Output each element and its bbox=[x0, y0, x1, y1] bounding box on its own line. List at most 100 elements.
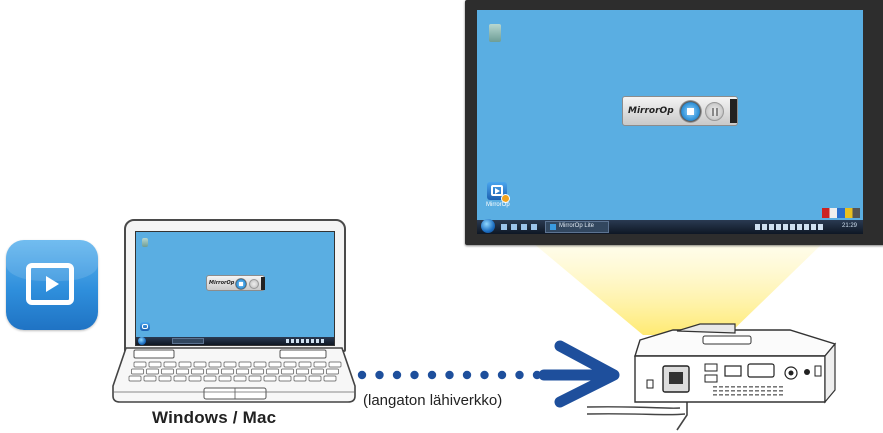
laptop-desktop: MirrorOp bbox=[135, 231, 335, 346]
vent-slot bbox=[725, 386, 729, 388]
keyboard-key bbox=[188, 375, 202, 382]
mirrorop-app-icon bbox=[6, 240, 98, 330]
keyboard-key bbox=[221, 368, 234, 375]
keyboard-key bbox=[236, 368, 249, 375]
keyboard-key bbox=[251, 368, 264, 375]
vent-slot bbox=[731, 386, 735, 388]
keyboard-key bbox=[263, 375, 277, 382]
keyboard-key bbox=[308, 375, 322, 382]
keyboard-key bbox=[203, 375, 217, 382]
taskbar-button bbox=[172, 338, 204, 344]
recycle-bin-icon bbox=[142, 238, 148, 247]
keyboard-key bbox=[298, 361, 312, 368]
wireless-dot bbox=[462, 370, 472, 380]
widget-logo: MirrorOp bbox=[209, 280, 235, 286]
keyboard-key bbox=[131, 368, 144, 375]
vent-slot bbox=[737, 386, 741, 388]
vent-slot bbox=[773, 386, 777, 388]
keyboard-key bbox=[328, 361, 342, 368]
keyboard-key bbox=[161, 368, 174, 375]
pause-button bbox=[249, 279, 259, 289]
vent-slot bbox=[749, 386, 753, 388]
keyboard-key bbox=[193, 361, 207, 368]
keyboard-key bbox=[163, 361, 177, 368]
widget-side-controls bbox=[261, 277, 265, 290]
keyboard-key bbox=[296, 368, 309, 375]
taskbar: MirrorOp Lite 21:29 bbox=[477, 219, 863, 234]
vent-slot bbox=[743, 386, 747, 388]
vent-slot bbox=[761, 386, 765, 388]
keyboard-key bbox=[266, 368, 279, 375]
vent-slot bbox=[755, 394, 759, 396]
vent-slot bbox=[719, 394, 723, 396]
device-label: Windows / Mac bbox=[152, 408, 277, 427]
vent-slot bbox=[719, 390, 723, 392]
keyboard-key bbox=[253, 361, 267, 368]
quick-launch-icons bbox=[501, 224, 541, 230]
vent-slot bbox=[713, 394, 717, 396]
wireless-dot bbox=[480, 370, 489, 380]
wireless-dot bbox=[427, 370, 437, 380]
projected-desktop: MirrorOp MirrorOp MirrorOp Lite 21:29 bbox=[477, 10, 863, 234]
keyboard-key bbox=[223, 361, 237, 368]
vent-slot bbox=[767, 390, 771, 392]
vent-slot bbox=[737, 394, 741, 396]
vent-slot bbox=[725, 394, 729, 396]
keyboard-key bbox=[281, 368, 294, 375]
recycle-bin-icon bbox=[489, 24, 501, 42]
taskbar bbox=[136, 337, 334, 345]
vent-slot bbox=[761, 390, 765, 392]
vent-slot bbox=[755, 386, 759, 388]
vent-slot bbox=[767, 394, 771, 396]
laptop-screen: MirrorOp bbox=[124, 219, 346, 352]
wireless-dot bbox=[392, 370, 402, 380]
keyboard-key bbox=[176, 368, 189, 375]
mirrorop-control-widget: MirrorOp bbox=[206, 275, 265, 291]
keyboard-key bbox=[278, 375, 292, 382]
vent-slot bbox=[749, 390, 753, 392]
wireless-dot bbox=[410, 370, 419, 380]
keyboard-key bbox=[148, 361, 162, 368]
vent-slot bbox=[761, 394, 765, 396]
keyboard-key bbox=[313, 361, 327, 368]
keyboard-key bbox=[323, 375, 337, 382]
taskbar-clock: 21:29 bbox=[841, 223, 857, 229]
mirrorop-desktop-icon bbox=[487, 182, 510, 203]
wireless-dot bbox=[515, 370, 524, 380]
mirrorop-control-widget: MirrorOp bbox=[622, 96, 738, 126]
pause-button bbox=[705, 102, 724, 121]
widget-logo: MirrorOp bbox=[628, 106, 674, 116]
keyboard-key bbox=[293, 375, 307, 382]
keyboard-key bbox=[208, 361, 222, 368]
vent-slot bbox=[713, 386, 717, 388]
keyboard-key bbox=[206, 368, 219, 375]
wireless-dot bbox=[497, 370, 507, 380]
vent-slot bbox=[725, 390, 729, 392]
keyboard-key bbox=[173, 375, 187, 382]
projected-screen: MirrorOp MirrorOp MirrorOp Lite 21:29 bbox=[465, 0, 883, 245]
taskbar-button-label: MirrorOp Lite bbox=[559, 223, 595, 229]
taskbar-button: MirrorOp Lite bbox=[545, 221, 609, 233]
vent-slot bbox=[773, 390, 777, 392]
vent-slot bbox=[737, 390, 741, 392]
vent-slot bbox=[713, 390, 717, 392]
play-glyph bbox=[46, 276, 59, 292]
vent-slot bbox=[779, 390, 783, 392]
wireless-dot bbox=[357, 370, 367, 380]
keyboard-key bbox=[128, 375, 142, 382]
vent-slot bbox=[779, 386, 783, 388]
keyboard-key bbox=[133, 361, 147, 368]
keyboard-key bbox=[158, 375, 172, 382]
start-button-icon bbox=[481, 219, 495, 233]
language-bar bbox=[822, 208, 860, 218]
keyboard-key bbox=[311, 368, 324, 375]
vent-slot bbox=[719, 386, 723, 388]
keyboard-key bbox=[233, 375, 247, 382]
keyboard-key bbox=[248, 375, 262, 382]
wireless-dot bbox=[445, 370, 454, 380]
vent-slot bbox=[779, 394, 783, 396]
keyboard-key bbox=[283, 361, 297, 368]
laptop-keyboard-base bbox=[112, 347, 356, 403]
vent-slot bbox=[743, 390, 747, 392]
keyboard-key bbox=[143, 375, 157, 382]
